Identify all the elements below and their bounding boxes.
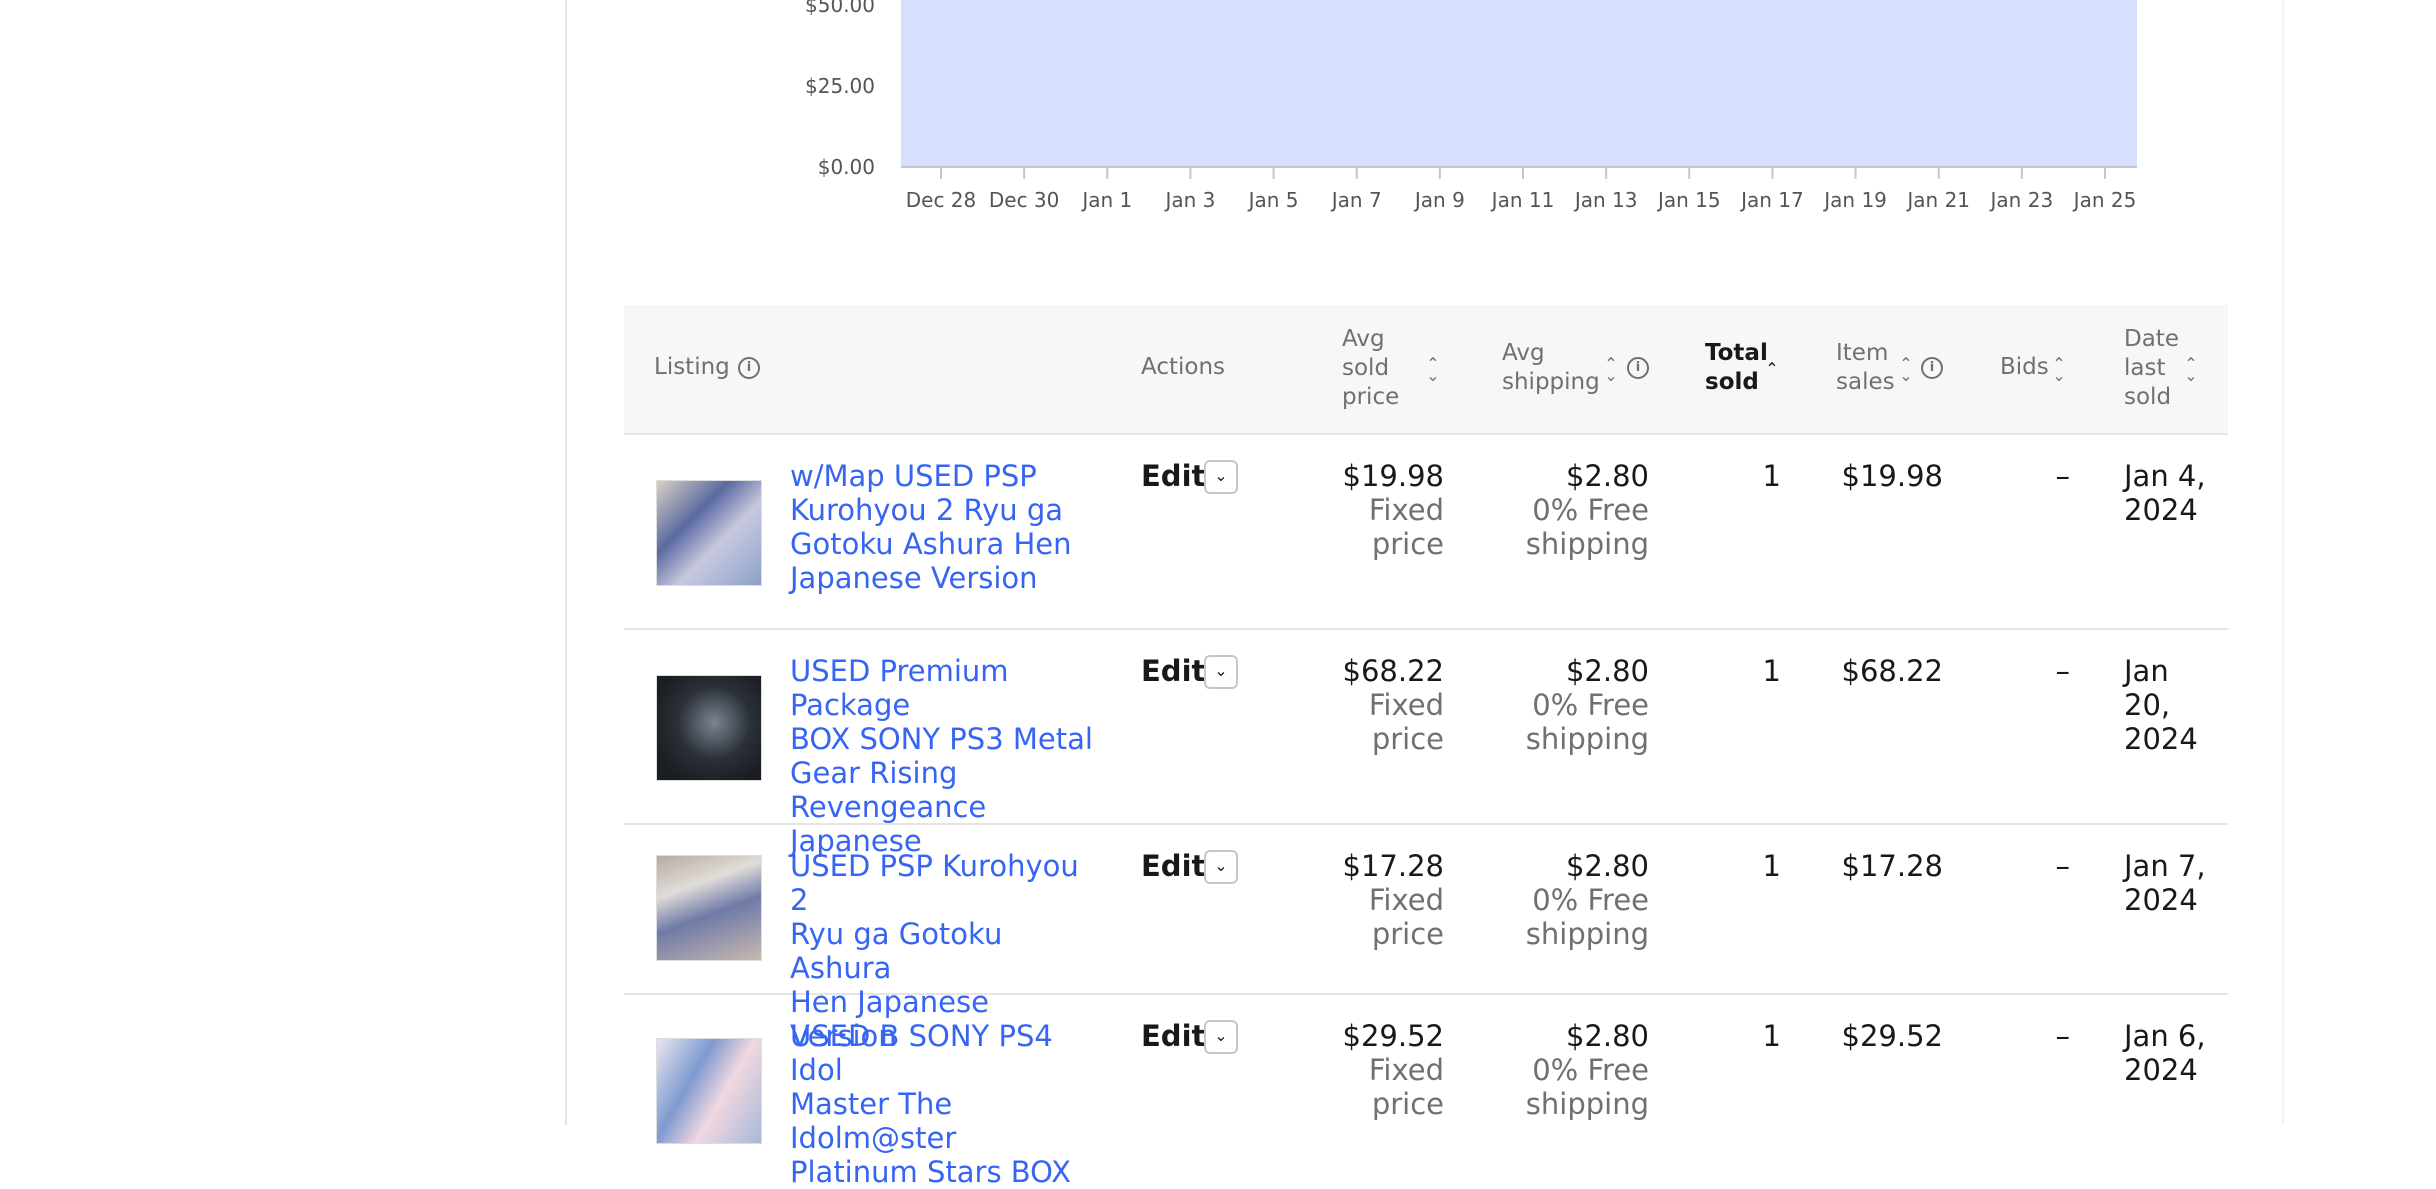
header-actions: Actions <box>1141 354 1226 380</box>
chevron-down-icon[interactable]: ⌄ <box>1204 460 1238 494</box>
x-tick-label: Jan 11 <box>1490 188 1555 212</box>
sort-icon[interactable]: ⌃ ⌄ <box>2052 356 2066 384</box>
table-row: w/Map USED PSP Kurohyou 2 Ryu ga Gotoku As… <box>624 435 2228 630</box>
item-sales: $68.22 <box>1841 654 1943 688</box>
x-tick-label: Jan 17 <box>1739 188 1804 212</box>
avg-sold-price: $19.98 Fixed price <box>1342 459 1444 561</box>
panel-divider <box>565 0 567 1125</box>
sort-icon[interactable]: ⌃ ⌄ <box>1899 356 1913 384</box>
x-tick-label: Jan 21 <box>1905 188 1970 212</box>
avg-shipping: $2.80 0% Free shipping <box>1525 849 1649 951</box>
item-sales: $17.28 <box>1841 849 1943 883</box>
table-row: USED Premium Package BOX SONY PS3 Metal Ge… <box>624 630 2228 858</box>
listing-thumbnail[interactable] <box>656 1038 762 1144</box>
header-date-last-sold[interactable]: Date last sold <box>2124 325 2179 412</box>
total-sold: 1 <box>1762 654 1781 688</box>
header-bids[interactable]: Bids <box>2000 353 2049 382</box>
listing-thumbnail[interactable] <box>656 675 762 781</box>
avg-shipping: $2.80 0% Free shipping <box>1525 459 1649 561</box>
listing-thumbnail[interactable] <box>656 480 762 586</box>
avg-sold-price: $17.28 Fixed price <box>1342 849 1444 951</box>
sold-listings-table: Listing i Actions Avg sold price ⌃ ⌄ Avg … <box>624 305 2228 1189</box>
sort-ascending-icon[interactable]: ⌃ <box>1765 361 1779 377</box>
sort-icon[interactable]: ⌃ ⌄ <box>1604 356 1618 384</box>
bids: – <box>2055 459 2071 493</box>
avg-sold-price: $29.52 Fixed price <box>1342 1019 1444 1121</box>
y-tick-label: $50.00 <box>805 0 875 17</box>
header-item-sales[interactable]: Item sales <box>1836 339 1895 397</box>
header-avg-sold-price[interactable]: Avg sold price <box>1342 325 1399 412</box>
info-icon[interactable]: i <box>1921 357 1943 379</box>
table-row: USED PSP Kurohyou 2 Ryu ga Gotoku Ashura H… <box>624 825 2228 1053</box>
total-sold: 1 <box>1762 849 1781 883</box>
edit-button[interactable]: Edit <box>1141 459 1205 493</box>
edit-button[interactable]: Edit <box>1141 1019 1205 1053</box>
chart-area-fill <box>901 0 2137 167</box>
item-sales: $29.52 <box>1841 1019 1943 1053</box>
item-sales: $19.98 <box>1841 459 1943 493</box>
chevron-down-icon[interactable]: ⌄ <box>1204 850 1238 884</box>
x-tick-label: Jan 15 <box>1656 188 1721 212</box>
date-last-sold: Jan 6, 2024 <box>2124 1019 2206 1087</box>
header-total-sold[interactable]: Total sold <box>1705 339 1768 397</box>
table-row: USED B SONY PS4 Idol Master The Idolm@ste… <box>624 995 2228 1189</box>
panel-divider <box>2282 0 2284 1125</box>
sort-icon[interactable]: ⌃ ⌄ <box>1426 356 1440 384</box>
x-tick-label: Jan 13 <box>1573 188 1638 212</box>
info-icon[interactable]: i <box>738 357 760 379</box>
bids: – <box>2055 1019 2071 1053</box>
x-tick-label: Jan 3 <box>1163 188 1215 212</box>
sales-chart: $50.00 $25.00 $0.00 Dec 28 Dec 30 Jan 1 Jan 3 J… <box>805 0 2137 212</box>
y-tick-label: $25.00 <box>805 74 875 98</box>
header-avg-shipping[interactable]: Avg shipping <box>1502 339 1600 397</box>
avg-sold-price: $68.22 Fixed price <box>1342 654 1444 756</box>
avg-shipping: $2.80 0% Free shipping <box>1525 654 1649 756</box>
chevron-down-icon[interactable]: ⌄ <box>1204 655 1238 689</box>
total-sold: 1 <box>1762 459 1781 493</box>
chevron-down-icon[interactable]: ⌄ <box>1204 1020 1238 1054</box>
header-listing[interactable]: Listing <box>654 353 730 382</box>
x-tick-label: Jan 9 <box>1413 188 1465 212</box>
x-tick-label: Dec 28 <box>906 188 977 212</box>
x-tick-label: Jan 1 <box>1080 188 1132 212</box>
listing-title-link[interactable]: USED B SONY PS4 Idol Master The Idolm@ste… <box>790 1019 1095 1189</box>
info-icon[interactable]: i <box>1627 357 1649 379</box>
listing-thumbnail[interactable] <box>656 855 762 961</box>
bids: – <box>2055 654 2071 688</box>
date-last-sold: Jan 7, 2024 <box>2124 849 2206 917</box>
date-last-sold: Jan 4, 2024 <box>2124 459 2206 527</box>
x-tick-label: Dec 30 <box>989 188 1060 212</box>
sort-icon[interactable]: ⌃ ⌄ <box>2184 356 2198 384</box>
total-sold: 1 <box>1762 1019 1781 1053</box>
edit-button[interactable]: Edit <box>1141 849 1205 883</box>
x-tick-label: Jan 5 <box>1247 188 1299 212</box>
listing-title-link[interactable]: w/Map USED PSP Kurohyou 2 Ryu ga Gotoku As… <box>790 459 1095 595</box>
x-tick-label: Jan 25 <box>2072 188 2137 212</box>
table-header: Listing i Actions Avg sold price ⌃ ⌄ Avg … <box>624 305 2228 435</box>
x-tick-label: Jan 7 <box>1330 188 1382 212</box>
date-last-sold: Jan 20, 2024 <box>2124 654 2198 756</box>
x-tick-label: Jan 19 <box>1822 188 1887 212</box>
y-tick-label: $0.00 <box>818 155 875 179</box>
edit-button[interactable]: Edit <box>1141 654 1205 688</box>
avg-shipping: $2.80 0% Free shipping <box>1525 1019 1649 1121</box>
bids: – <box>2055 849 2071 883</box>
x-tick-label: Jan 23 <box>1989 188 2054 212</box>
